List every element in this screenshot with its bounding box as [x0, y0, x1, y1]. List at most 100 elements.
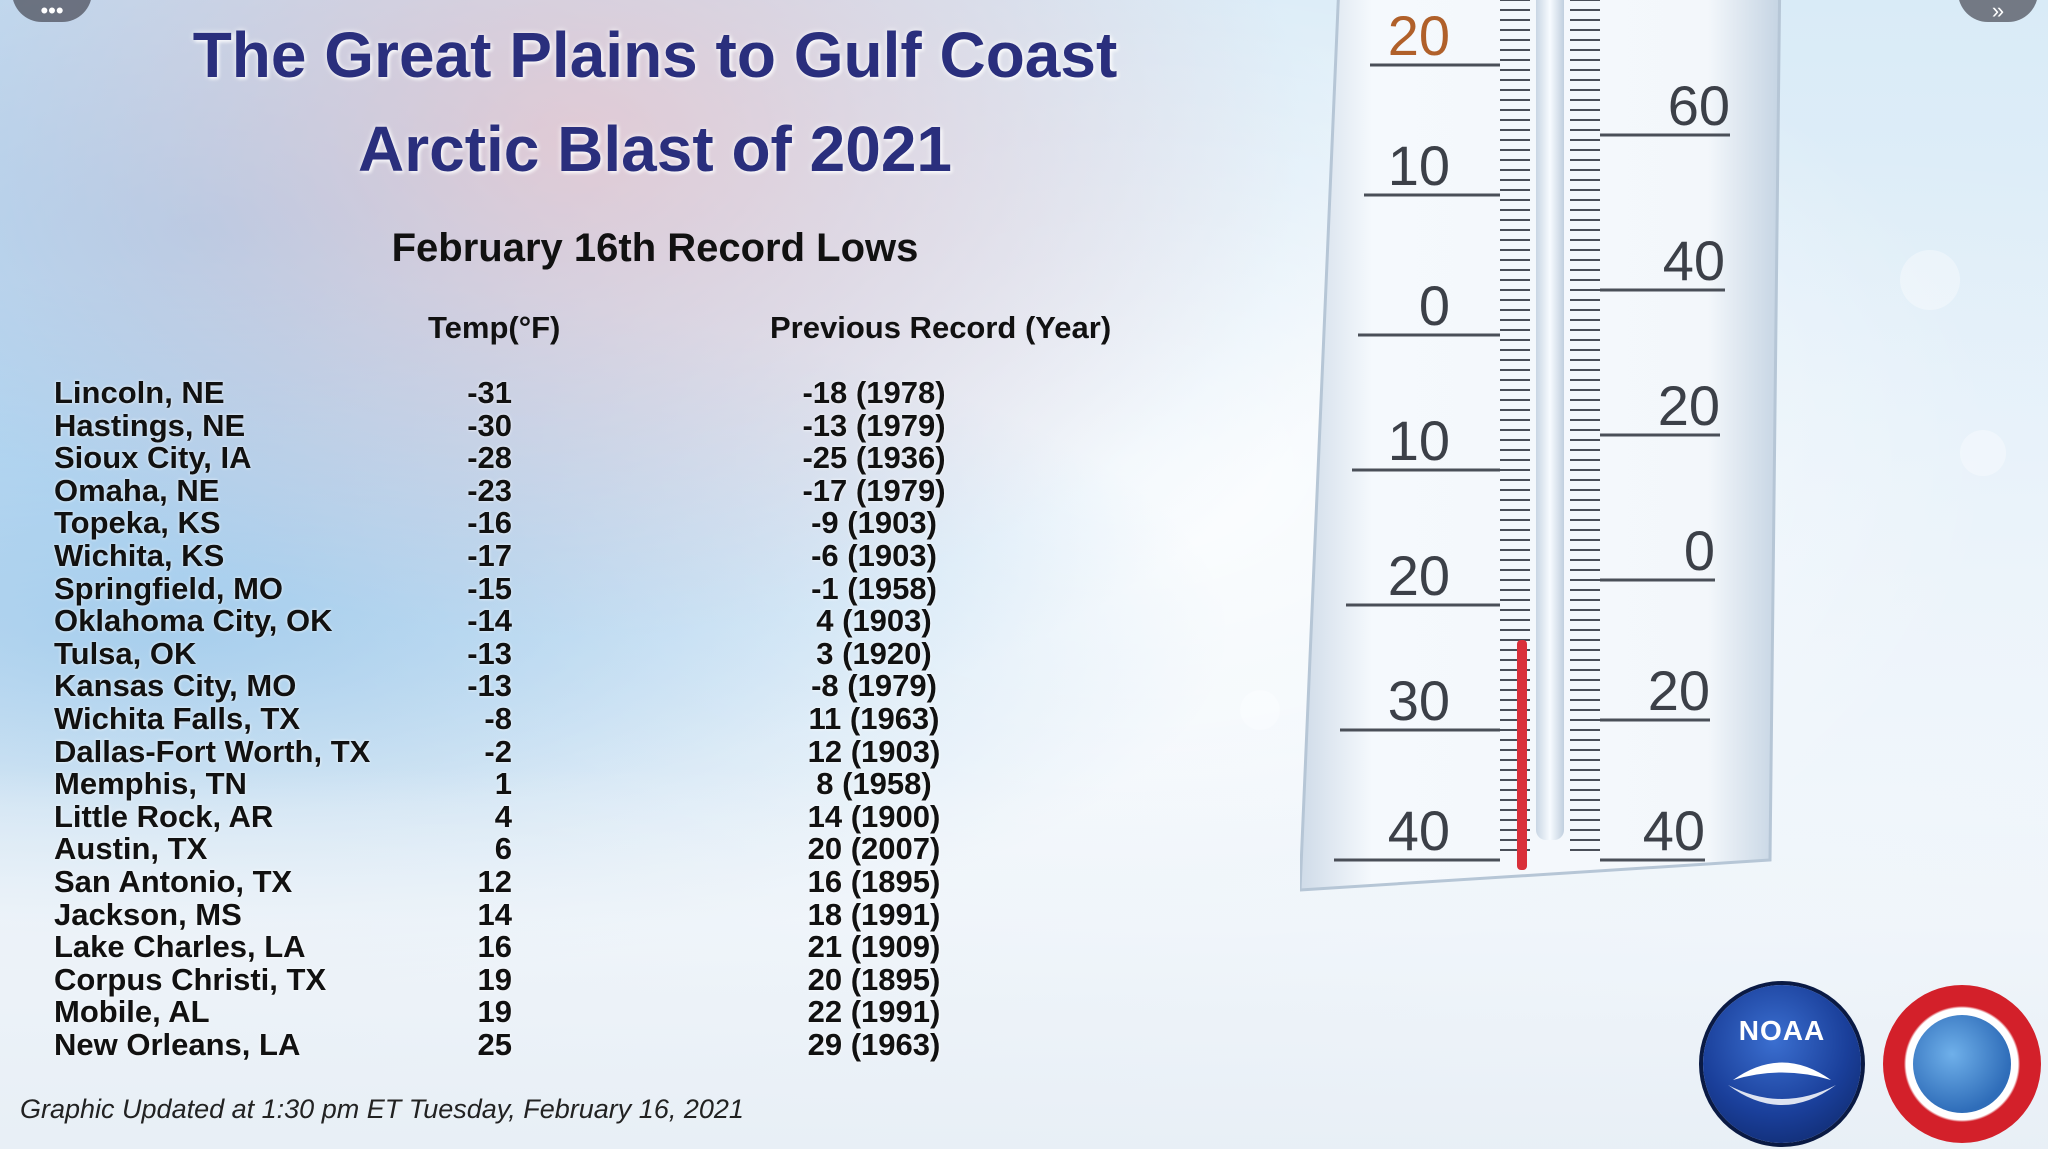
subtitle: February 16th Record Lows: [391, 226, 919, 270]
record-temp: -31: [467, 375, 512, 410]
city-name: Little Rock, AR: [54, 798, 274, 834]
city-name: Memphis, TN: [54, 766, 247, 802]
page-title-line2: Arctic Blast of 2021: [357, 113, 953, 185]
record-temp: -14: [467, 603, 512, 639]
noaa-bird-icon: [1728, 1062, 1836, 1105]
left-scale-label: 40: [1388, 799, 1450, 862]
record-temp: -16: [467, 505, 512, 541]
record-temp: -30: [467, 407, 512, 443]
previous-record: 4 (1903): [816, 603, 932, 639]
right-scale-label: 20: [1658, 374, 1720, 437]
left-scale-label: 20: [1388, 544, 1450, 607]
record-temp: -17: [467, 538, 512, 573]
slide-canvas: ••• » The Great Plains to Gulf Coast Arc…: [0, 0, 2048, 1149]
record-temp: -13: [467, 668, 512, 704]
record-temp: -2: [484, 733, 512, 769]
record-temp: 19: [477, 961, 512, 997]
table-row: Corpus Christi, TX 19 20 (1895): [0, 961, 1100, 997]
table-row: Oklahoma City, OK -14 4 (1903): [0, 603, 1100, 639]
record-temp: 4: [494, 798, 512, 834]
previous-record: 16 (1895): [807, 864, 941, 899]
city-name: Tulsa, OK: [54, 635, 197, 671]
left-scale-label: 10: [1388, 134, 1450, 197]
thermometer-tube: [1536, 0, 1564, 840]
city-name: Topeka, KS: [54, 505, 221, 541]
left-scale-label: 30: [1388, 669, 1450, 732]
right-scale-label: 0: [1684, 519, 1715, 582]
record-temp: 1: [494, 766, 512, 802]
city-name: Wichita, KS: [54, 538, 225, 573]
table-row: Jackson, MS 14 18 (1991): [0, 896, 1100, 932]
previous-record: -9 (1903): [811, 505, 937, 541]
table-row: Hastings, NE -30 -13 (1979): [0, 407, 1100, 443]
frost-bokeh: [1900, 250, 1960, 310]
city-name: Jackson, MS: [54, 896, 242, 932]
previous-record: 20 (1895): [807, 961, 941, 997]
previous-record: -13 (1979): [802, 407, 946, 443]
city-name: Sioux City, IA: [54, 440, 252, 476]
city-name: Kansas City, MO: [54, 668, 297, 704]
city-name: New Orleans, LA: [54, 1027, 301, 1062]
record-temp: 14: [477, 896, 512, 932]
next-button[interactable]: »: [1958, 0, 2038, 23]
record-temp: -23: [467, 472, 512, 508]
previous-record: -18 (1978): [802, 375, 946, 410]
previous-record: 12 (1903): [807, 733, 941, 769]
table-row: Springfield, MO -15 -1 (1958): [0, 570, 1100, 606]
right-scale-label: 20: [1648, 659, 1710, 722]
city-name: Wichita Falls, TX: [54, 701, 301, 736]
previous-record: -25 (1936): [802, 440, 946, 476]
left-scale-label: 10: [1388, 409, 1450, 472]
table-row: San Antonio, TX 12 16 (1895): [0, 864, 1100, 899]
table-row: New Orleans, LA 25 29 (1963): [0, 1027, 1100, 1062]
left-scale-label: 20: [1388, 4, 1450, 67]
city-name: Omaha, NE: [54, 472, 220, 508]
table-row: Dallas-Fort Worth, TX -2 12 (1903): [0, 733, 1100, 769]
previous-record: 22 (1991): [807, 994, 941, 1030]
previous-record: 14 (1900): [807, 798, 941, 834]
frost-bokeh: [1240, 690, 1280, 730]
city-name: San Antonio, TX: [54, 864, 293, 899]
table-row: Lake Charles, LA 16 21 (1909): [0, 929, 1100, 965]
previous-record: 18 (1991): [807, 896, 941, 932]
table-row: Sioux City, IA -28 -25 (1936): [0, 440, 1100, 476]
city-name: Lake Charles, LA: [54, 929, 306, 965]
record-temp: 16: [477, 929, 512, 965]
city-name: Oklahoma City, OK: [54, 603, 333, 639]
table-row: Mobile, AL 19 22 (1991): [0, 994, 1100, 1030]
record-temp: 12: [477, 864, 512, 899]
right-scale-label: 60: [1668, 74, 1730, 137]
table-row: Little Rock, AR 4 14 (1900): [0, 798, 1100, 834]
left-scale-label: 0: [1419, 274, 1450, 337]
thermometer-illustration: 20 10 0 10 20 30 40 60 40 20 0 20 40: [1300, 0, 1782, 892]
city-name: Hastings, NE: [54, 407, 246, 443]
previous-record: 29 (1963): [807, 1027, 941, 1062]
record-temp: 19: [477, 994, 512, 1030]
right-scale-label: 40: [1663, 229, 1725, 292]
previous-record: 8 (1958): [816, 766, 932, 802]
record-temp: 6: [494, 831, 512, 867]
city-name: Mobile, AL: [54, 994, 210, 1030]
table-row: Wichita Falls, TX -8 11 (1963): [0, 701, 1100, 736]
previous-record: 21 (1909): [807, 929, 941, 965]
previous-record: 20 (2007): [807, 831, 941, 867]
record-temp: -13: [467, 635, 512, 671]
record-temp: -15: [467, 570, 512, 606]
table-row: Memphis, TN 1 8 (1958): [0, 766, 1100, 802]
previous-record: 11 (1963): [808, 701, 940, 736]
fast-forward-icon: »: [1991, 0, 2005, 23]
column-header-previous-record: Previous Record (Year): [770, 310, 1112, 345]
previous-record: -6 (1903): [811, 538, 937, 573]
update-timestamp: Graphic Updated at 1:30 pm ET Tuesday, F…: [20, 1094, 744, 1124]
city-name: Austin, TX: [54, 831, 208, 867]
table-row: Wichita, KS -17 -6 (1903): [0, 538, 1100, 573]
frost-bokeh: [1960, 430, 2006, 476]
city-name: Corpus Christi, TX: [54, 961, 327, 997]
city-name: Dallas-Fort Worth, TX: [54, 733, 371, 769]
table-row: Austin, TX 6 20 (2007): [0, 831, 1100, 867]
table-row: Lincoln, NE -31 -18 (1978): [0, 375, 1100, 410]
nws-logo: [1883, 985, 2041, 1143]
previous-record: -1 (1958): [811, 570, 937, 606]
column-header-temp: Temp(°F): [428, 310, 561, 345]
city-name: Springfield, MO: [54, 570, 284, 606]
